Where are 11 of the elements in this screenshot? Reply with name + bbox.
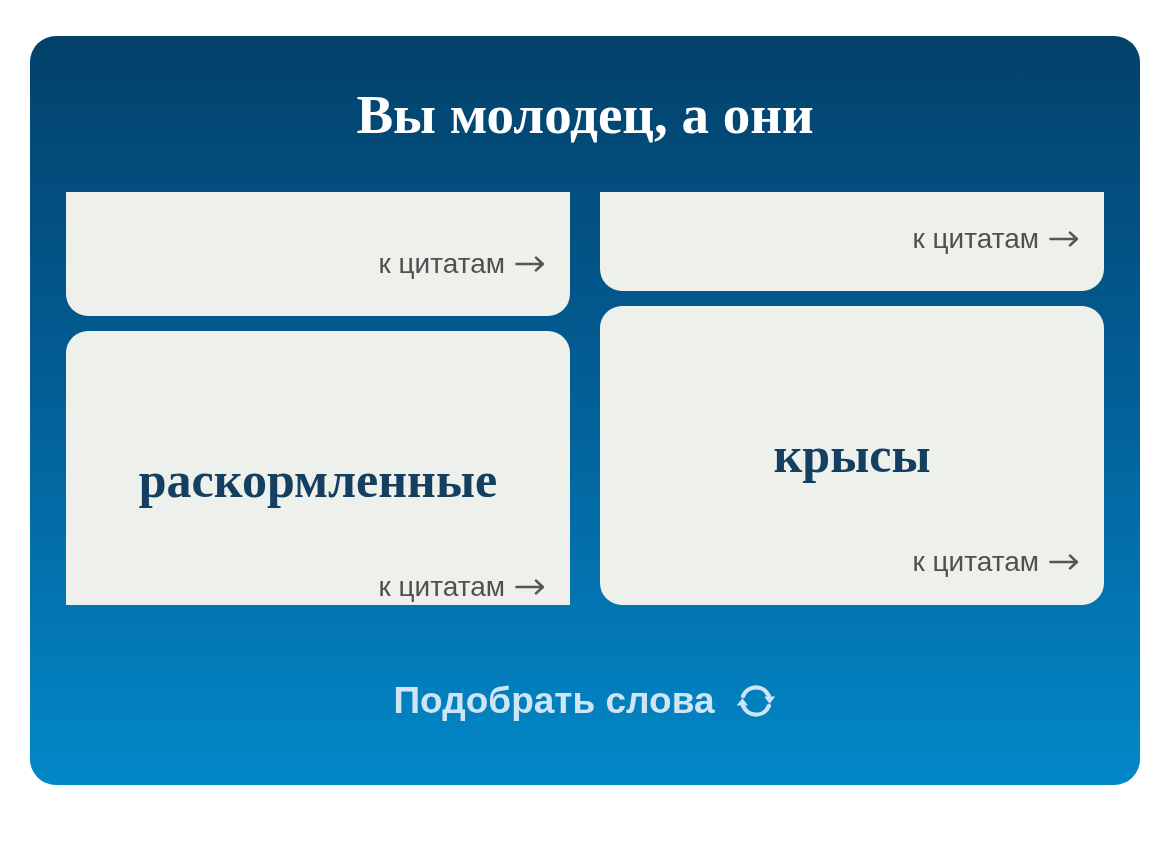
- card-word: крысы: [773, 426, 931, 485]
- quotes-link[interactable]: к цитатам: [378, 249, 545, 279]
- card-word: раскормленные: [138, 451, 498, 510]
- arrow-right-icon: [515, 579, 545, 595]
- arrow-right-icon: [515, 256, 545, 272]
- panel-title: Вы молодец, а они: [355, 82, 815, 147]
- arrow-right-icon: [1049, 554, 1079, 570]
- quotes-link[interactable]: к цитатам: [912, 547, 1079, 577]
- quotes-link[interactable]: к цитатам: [912, 224, 1079, 254]
- arrow-right-icon: [1049, 231, 1079, 247]
- quotes-link[interactable]: к цитатам: [378, 572, 545, 602]
